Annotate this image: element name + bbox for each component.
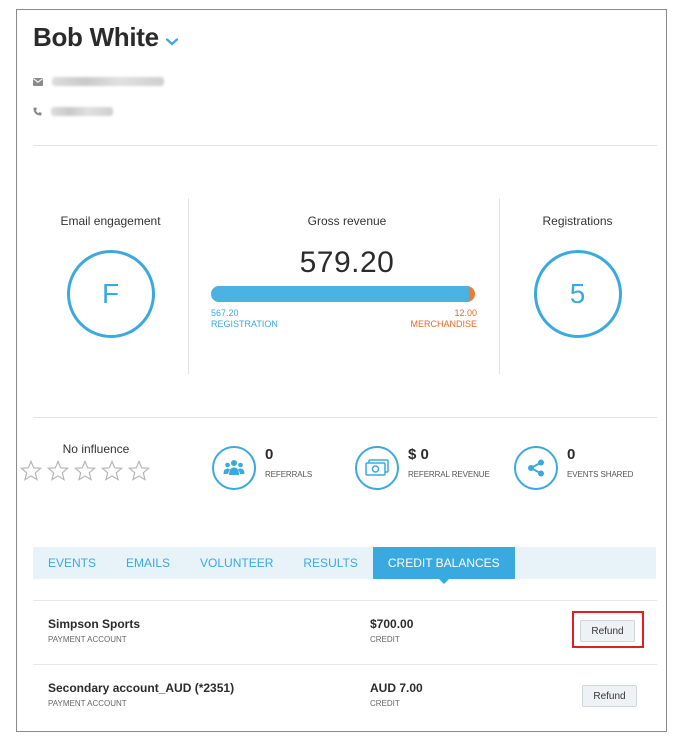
divider	[33, 417, 657, 418]
star-outline-icon	[20, 460, 42, 481]
merchandise-amount: 12.00	[454, 308, 477, 318]
events-shared-value: 0	[567, 446, 576, 463]
account-type: PAYMENT ACCOUNT	[48, 635, 127, 644]
email-engagement-stat: Email engagement F	[33, 198, 188, 338]
referrals-circle	[212, 446, 256, 490]
referrals-label: REFERRALS	[265, 470, 313, 479]
email-engagement-grade: F	[66, 250, 155, 338]
contact-profile-panel: Bob White Email engagement F Gross reven…	[16, 9, 667, 732]
referrals-text: 0 REFERRALS	[265, 446, 312, 479]
star-outline-icon	[74, 460, 96, 481]
events-shared-circle	[514, 446, 558, 490]
gross-revenue-title: Gross revenue	[307, 214, 387, 228]
money-bill-icon	[365, 459, 389, 476]
referrals-value: 0	[265, 446, 274, 463]
registration-breakdown: 567.20 REGISTRATION	[211, 308, 278, 330]
account-cell: Simpson Sports PAYMENT ACCOUNT	[48, 617, 140, 644]
amount-type: CREDIT	[370, 699, 400, 708]
gross-revenue-stat: Gross revenue 579.20 567.20 REGISTRATION…	[195, 198, 499, 329]
account-cell: Secondary account_AUD (*2351) PAYMENT AC…	[48, 681, 234, 708]
events-shared-text: 0 EVENTS SHARED	[567, 446, 633, 479]
people-group-icon	[223, 460, 245, 475]
referral-revenue-stat: $ 0 REFERRAL REVENUE	[355, 446, 490, 490]
contact-email	[33, 77, 164, 86]
contact-header[interactable]: Bob White	[33, 22, 178, 53]
chevron-down-icon[interactable]	[165, 37, 178, 46]
influence-stars	[20, 460, 160, 481]
credit-amount: AUD 7.00	[370, 681, 423, 695]
referral-revenue-text: $ 0 REFERRAL REVENUE	[408, 446, 490, 479]
tab-results[interactable]: RESULTS	[288, 547, 372, 579]
referral-revenue-value: $ 0	[408, 446, 429, 463]
star-outline-icon	[128, 460, 150, 481]
account-name: Secondary account_AUD (*2351)	[48, 681, 235, 695]
revenue-breakdown-bar	[211, 286, 475, 302]
merchandise-breakdown: 12.00 MERCHANDISE	[410, 308, 477, 330]
referral-revenue-label: REFERRAL REVENUE	[408, 470, 490, 479]
amount-cell: $700.00 CREDIT	[370, 617, 413, 644]
contact-name: Bob White	[33, 22, 159, 52]
profile-tabs: EVENTS EMAILS VOLUNTEER RESULTS CREDIT B…	[33, 547, 656, 584]
star-outline-icon	[101, 460, 123, 481]
refund-button[interactable]: Refund	[580, 620, 635, 642]
credit-amount: $700.00	[370, 617, 414, 631]
referrals-stat: 0 REFERRALS	[212, 446, 312, 490]
registration-label: REGISTRATION	[211, 319, 278, 329]
star-outline-icon	[47, 460, 69, 481]
phone-icon	[33, 107, 42, 116]
tab-volunteer[interactable]: VOLUNTEER	[185, 547, 288, 579]
amount-cell: AUD 7.00 CREDIT	[370, 681, 423, 708]
events-shared-stat: 0 EVENTS SHARED	[514, 446, 633, 490]
registration-amount: 567.20	[211, 308, 239, 318]
envelope-icon	[33, 77, 43, 86]
registration-fill	[211, 286, 470, 302]
registrations-stat: Registrations 5	[500, 198, 655, 338]
tab-credit-balances[interactable]: CREDIT BALANCES	[372, 547, 515, 584]
events-shared-label: EVENTS SHARED	[567, 470, 634, 479]
account-type: PAYMENT ACCOUNT	[48, 699, 127, 708]
credit-balance-row: Simpson Sports PAYMENT ACCOUNT $700.00 C…	[33, 601, 657, 664]
influence-rating: No influence	[20, 442, 160, 481]
gross-revenue-value: 579.20	[299, 246, 395, 279]
refund-button[interactable]: Refund	[582, 685, 637, 707]
influence-label: No influence	[62, 442, 130, 456]
registrations-count: 5	[533, 250, 622, 338]
email-engagement-title: Email engagement	[60, 214, 161, 228]
amount-type: CREDIT	[370, 635, 400, 644]
registrations-title: Registrations	[542, 214, 613, 228]
redacted-email	[52, 77, 164, 86]
tab-emails[interactable]: EMAILS	[111, 547, 185, 579]
divider	[33, 145, 657, 146]
redacted-phone	[51, 107, 113, 116]
credit-balance-row: Secondary account_AUD (*2351) PAYMENT AC…	[33, 665, 657, 728]
merchandise-label: MERCHANDISE	[410, 319, 477, 329]
referral-revenue-circle	[355, 446, 399, 490]
share-icon	[528, 459, 544, 477]
column-divider	[188, 198, 189, 374]
contact-phone	[33, 107, 113, 116]
tab-events[interactable]: EVENTS	[33, 547, 111, 579]
account-name: Simpson Sports	[48, 617, 141, 631]
